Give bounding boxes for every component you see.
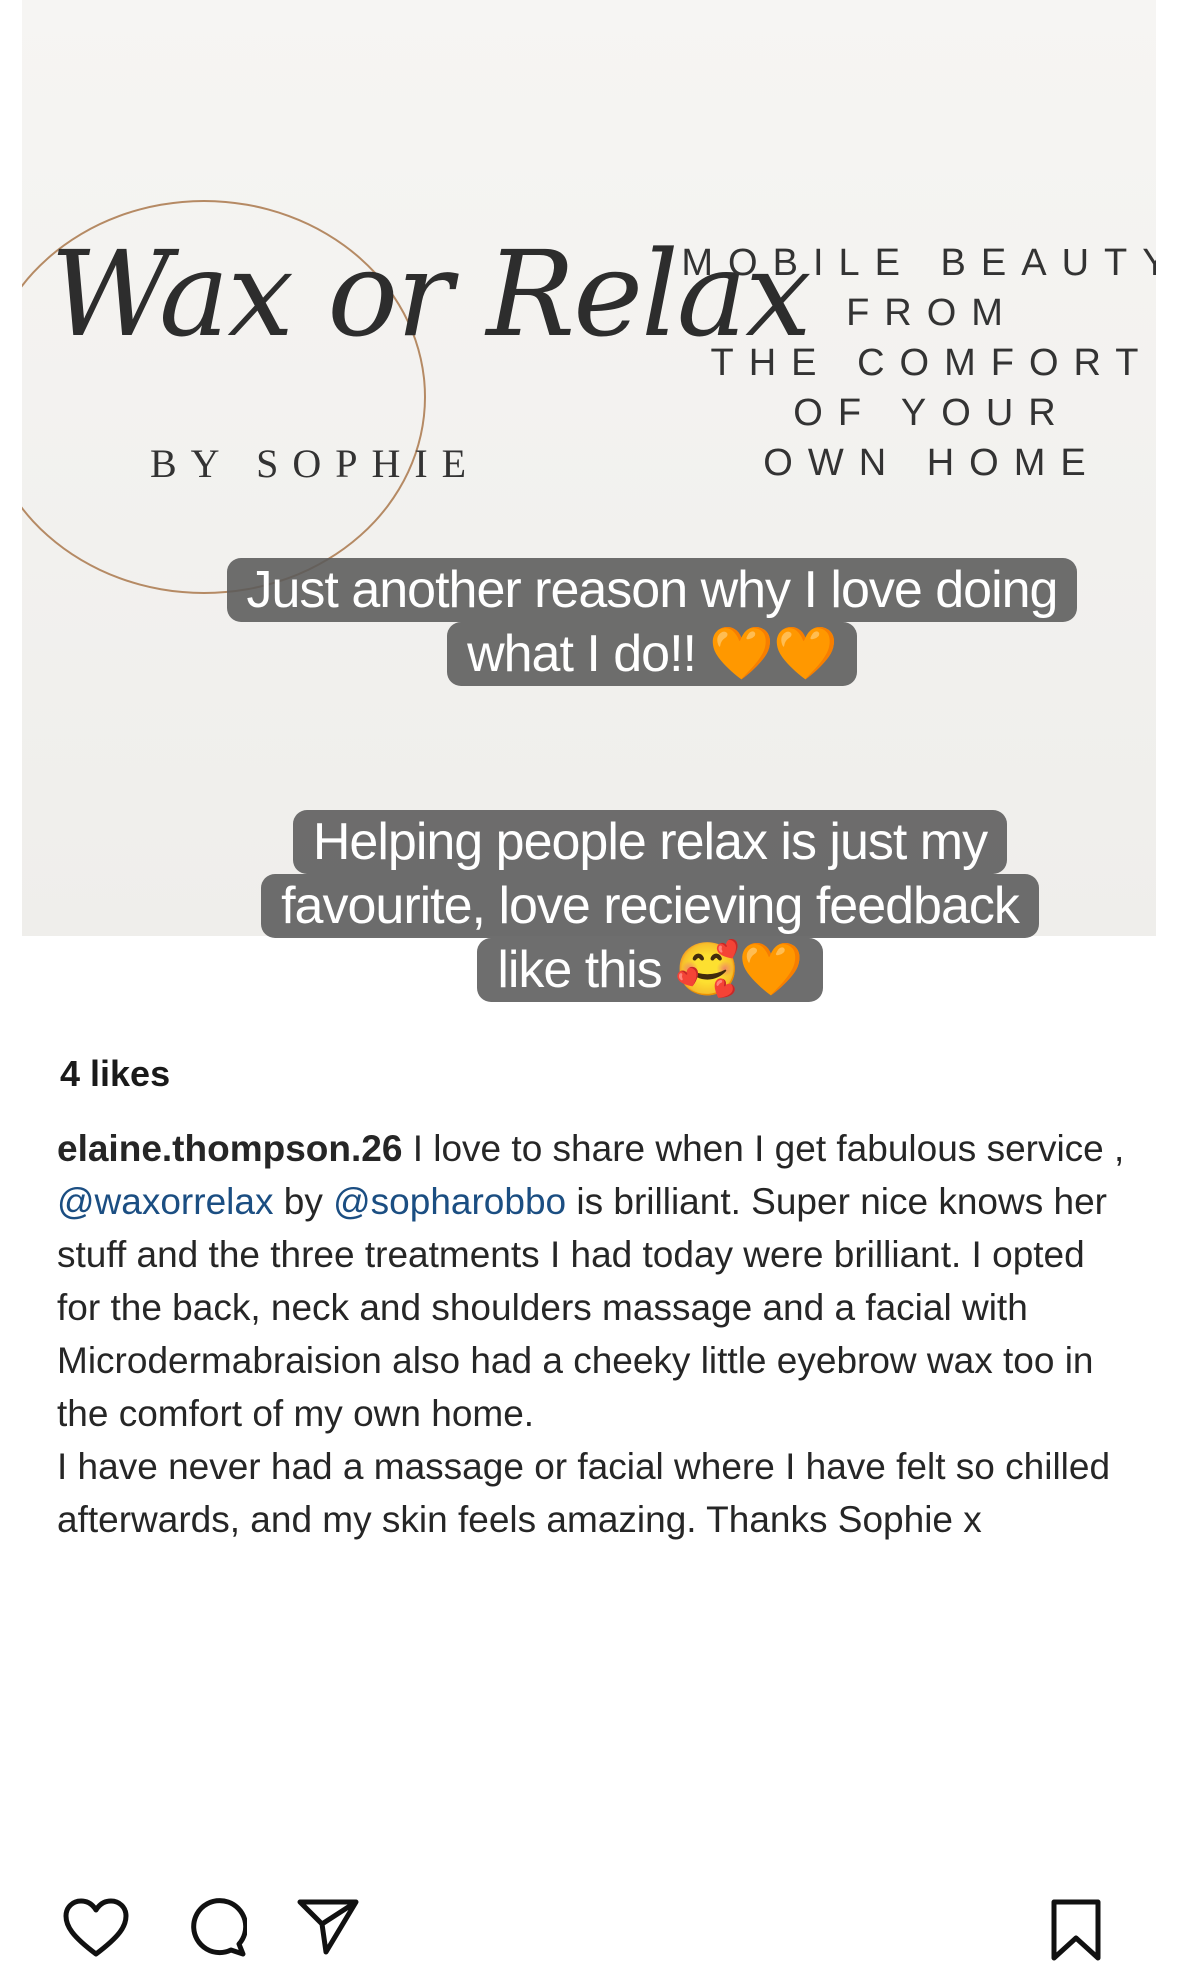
story-text-line: what I do!! 🧡🧡 (447, 622, 857, 686)
caption-text: I love to share when I get fabulous serv… (402, 1128, 1125, 1169)
story-text-overlay-1: Just another reason why I love doing wha… (202, 558, 1102, 686)
logo-by-line: BY SOPHIE (150, 441, 481, 486)
caption-username[interactable]: elaine.thompson.26 (57, 1128, 402, 1169)
story-text-overlay-2: Helping people relax is just my favourit… (210, 810, 1090, 1002)
story-text-line: Just another reason why I love doing (226, 558, 1078, 622)
story-text-line: Helping people relax is just my (292, 810, 1008, 874)
caption-text: by (273, 1181, 334, 1222)
heart-outline-icon[interactable] (62, 1898, 130, 1958)
paper-plane-icon[interactable] (296, 1898, 360, 1956)
caption-text: I have never had a massage or facial whe… (57, 1446, 1111, 1540)
mention-link-sopharobbo[interactable]: @sopharobbo (333, 1181, 566, 1222)
story-text-line: favourite, love recieving feedback (261, 874, 1039, 938)
post-image[interactable]: Wax or Relax BY SOPHIE MOBILE BEAUTY FRO… (22, 0, 1156, 936)
bookmark-icon[interactable] (1048, 1898, 1104, 1962)
logo-tagline: MOBILE BEAUTY FROM THE COMFORT OF YOUR O… (681, 242, 1156, 484)
comment-bubble-icon[interactable] (183, 1894, 247, 1958)
story-text-line: like this 🥰🧡 (477, 938, 823, 1002)
post-caption: elaine.thompson.26 I love to share when … (57, 1122, 1137, 1546)
mention-link-waxorrelax[interactable]: @waxorrelax (57, 1181, 273, 1222)
likes-count[interactable]: 4 likes (60, 1053, 170, 1095)
